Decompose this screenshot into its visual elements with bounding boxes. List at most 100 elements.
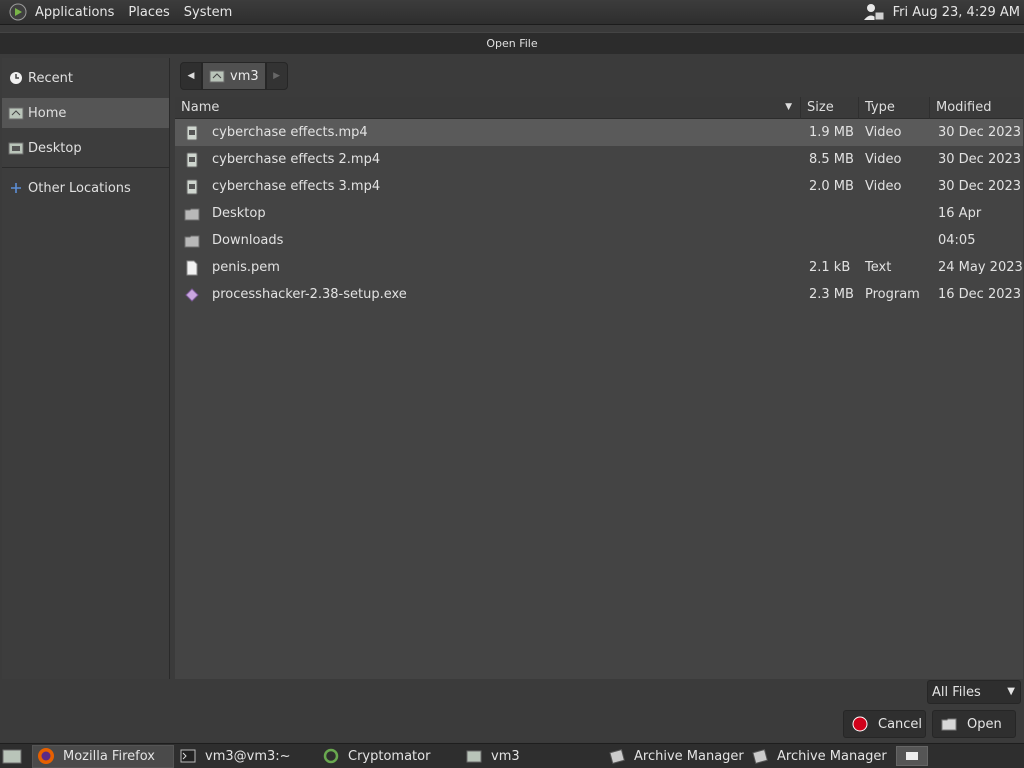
file-size: 2.3 MB xyxy=(809,287,854,302)
file-name-cell: Desktop xyxy=(175,206,801,222)
firefox-icon xyxy=(37,747,55,765)
chevron-down-icon: ▼ xyxy=(1007,686,1015,697)
file-name: Desktop xyxy=(212,206,266,221)
file-type: Program xyxy=(865,287,920,302)
sidebar-separator xyxy=(2,167,169,168)
task-label: Archive Manager xyxy=(634,748,744,764)
plus-icon xyxy=(8,180,24,196)
open-button[interactable]: Open xyxy=(932,710,1016,738)
task-archive-manager[interactable]: Archive Manager xyxy=(747,745,889,768)
file-size: 8.5 MB xyxy=(809,152,854,167)
file-type: Video xyxy=(865,152,902,167)
top-panel-tray: Fri Aug 23, 4:29 AM xyxy=(863,0,1024,25)
path-scroll-left-button[interactable]: ◀ xyxy=(180,62,202,90)
file-modified: 30 Dec 2023 xyxy=(938,179,1022,194)
task-terminal[interactable]: vm3@vm3:~ xyxy=(175,745,317,768)
column-header-size[interactable]: Size xyxy=(801,96,859,119)
sidebar-item-desktop[interactable]: Desktop xyxy=(2,133,169,163)
file-name-cell: cyberchase effects 2.mp4 xyxy=(175,152,801,168)
text-file-icon xyxy=(184,260,200,276)
open-button-label: Open xyxy=(967,716,1002,732)
user-network-icon[interactable] xyxy=(863,1,885,23)
clock[interactable]: Fri Aug 23, 4:29 AM xyxy=(893,5,1020,20)
file-filter-combo[interactable]: All Files ▼ xyxy=(927,680,1021,704)
top-panel: Applications Places System Fri Aug 23, 4… xyxy=(0,0,1024,25)
file-size: 2.1 kB xyxy=(809,260,851,275)
file-modified: 04:05 xyxy=(938,233,976,248)
file-row[interactable]: cyberchase effects 3.mp4 2.0 MB Video 30… xyxy=(175,173,1023,200)
cryptomator-icon xyxy=(322,747,340,765)
path-scroll-right-button[interactable]: ▶ xyxy=(265,62,288,90)
file-filter-value: All Files xyxy=(932,684,981,700)
video-file-icon xyxy=(184,179,200,195)
file-list-header: Name ▼ Size Type Modified xyxy=(175,96,1023,119)
file-name-cell: Downloads xyxy=(175,233,801,249)
file-row[interactable]: penis.pem 2.1 kB Text 24 May 2023 xyxy=(175,254,1023,281)
task-vm3-folder[interactable]: vm3 xyxy=(461,745,603,768)
file-row[interactable]: Desktop 16 Apr xyxy=(175,200,1023,227)
file-row[interactable]: cyberchase effects 2.mp4 8.5 MB Video 30… xyxy=(175,146,1023,173)
open-file-dialog: Open File Recent Home Desktop Other Loca… xyxy=(0,32,1024,742)
folder-icon xyxy=(184,206,200,222)
bottom-taskbar: Mozilla Firefox vm3@vm3:~ Cryptomator vm… xyxy=(0,743,1024,768)
file-name: Downloads xyxy=(212,233,284,248)
recent-icon xyxy=(8,70,24,86)
open-folder-icon xyxy=(941,716,957,732)
sidebar-item-label: Desktop xyxy=(28,140,82,156)
workspace-switcher[interactable] xyxy=(896,746,928,766)
menu-system[interactable]: System xyxy=(177,0,239,25)
task-archive-manager[interactable]: Archive Manager xyxy=(604,745,746,768)
path-button-label: vm3 xyxy=(230,68,259,84)
column-header-label: Size xyxy=(807,100,834,115)
file-size: 1.9 MB xyxy=(809,125,854,140)
sidebar-item-label: Other Locations xyxy=(28,180,131,196)
video-file-icon xyxy=(184,152,200,168)
menu-applications[interactable]: Applications xyxy=(28,0,121,25)
task-cryptomator[interactable]: Cryptomator xyxy=(318,745,460,768)
dialog-titlebar[interactable]: Open File xyxy=(0,32,1024,54)
task-firefox[interactable]: Mozilla Firefox xyxy=(32,744,174,768)
sort-descending-icon: ▼ xyxy=(785,101,792,112)
file-modified: 16 Dec 2023 xyxy=(938,287,1022,302)
file-modified: 30 Dec 2023 xyxy=(938,125,1022,140)
file-type: Text xyxy=(865,260,892,275)
file-row[interactable]: Downloads 04:05 xyxy=(175,227,1023,254)
mate-logo-icon[interactable] xyxy=(8,2,28,22)
file-name-cell: cyberchase effects 3.mp4 xyxy=(175,179,801,195)
desktop-folder-icon xyxy=(8,140,24,156)
top-menu: Applications Places System xyxy=(0,0,239,25)
file-size: 2.0 MB xyxy=(809,179,854,194)
column-header-name[interactable]: Name ▼ xyxy=(175,96,801,119)
file-modified: 16 Apr xyxy=(938,206,982,221)
archive-icon xyxy=(751,747,769,765)
task-label: Mozilla Firefox xyxy=(63,748,155,764)
folder-icon xyxy=(184,233,200,249)
file-name: cyberchase effects.mp4 xyxy=(212,125,368,140)
file-row[interactable]: cyberchase effects.mp4 1.9 MB Video 30 D… xyxy=(175,119,1023,146)
path-button-current[interactable]: vm3 xyxy=(202,62,266,90)
home-folder-icon xyxy=(209,68,225,84)
sidebar-item-recent[interactable]: Recent xyxy=(2,63,169,93)
file-row[interactable]: processhacker-2.38-setup.exe 2.3 MB Prog… xyxy=(175,281,1023,308)
sidebar-item-other-locations[interactable]: Other Locations xyxy=(2,173,169,203)
cancel-button[interactable]: Cancel xyxy=(843,710,926,738)
path-bar: ◀ vm3 ▶ xyxy=(180,61,288,91)
video-file-icon xyxy=(184,125,200,141)
cancel-button-label: Cancel xyxy=(878,716,923,732)
file-name: cyberchase effects 3.mp4 xyxy=(212,179,381,194)
file-type: Video xyxy=(865,125,902,140)
show-desktop-icon[interactable] xyxy=(0,744,24,768)
column-header-label: Type xyxy=(865,100,895,115)
file-name: cyberchase effects 2.mp4 xyxy=(212,152,381,167)
column-header-modified[interactable]: Modified xyxy=(930,97,1023,119)
menu-places[interactable]: Places xyxy=(121,0,176,25)
column-header-type[interactable]: Type xyxy=(859,96,930,119)
executable-file-icon xyxy=(184,287,200,303)
file-name-cell: penis.pem xyxy=(175,260,801,276)
file-type: Video xyxy=(865,179,902,194)
file-name: processhacker-2.38-setup.exe xyxy=(212,287,407,302)
file-list: Name ▼ Size Type Modified cyberchase eff… xyxy=(175,96,1023,679)
dialog-title: Open File xyxy=(486,37,538,50)
file-name-cell: processhacker-2.38-setup.exe xyxy=(175,287,801,303)
sidebar-item-home[interactable]: Home xyxy=(2,98,169,128)
